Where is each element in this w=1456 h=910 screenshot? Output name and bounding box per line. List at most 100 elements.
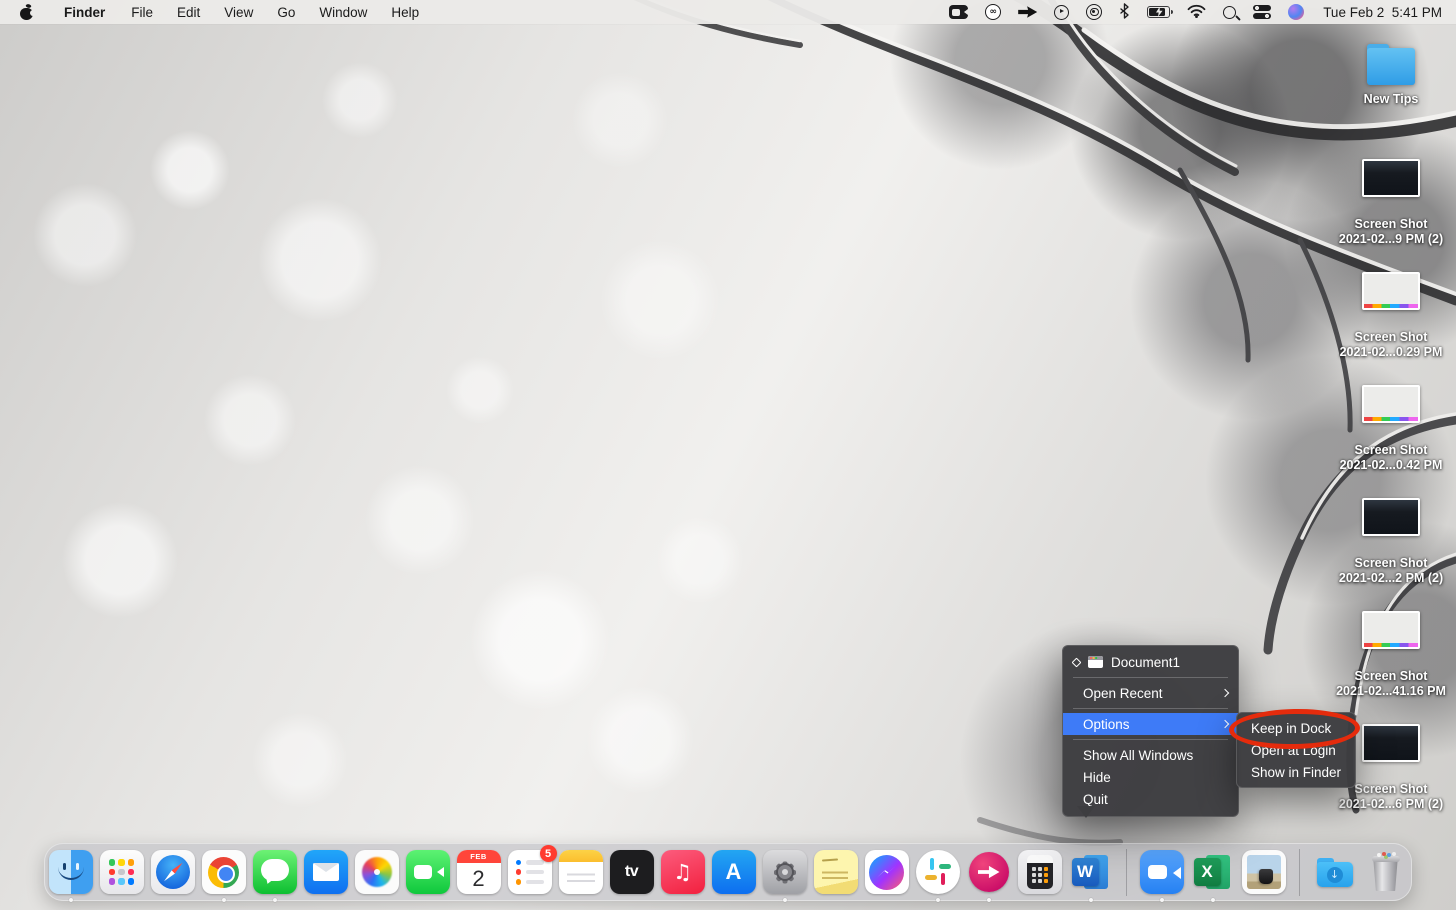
menu-item-label: Quit <box>1083 792 1108 807</box>
dock-icon-zoom[interactable] <box>1140 850 1184 894</box>
dock-icon-stickies[interactable] <box>814 850 858 894</box>
calendar-month: FEB <box>457 850 501 863</box>
dock-icon-finder[interactable] <box>49 850 93 894</box>
submenu-item-show-in-finder[interactable]: Show in Finder <box>1237 761 1355 783</box>
wifi-icon[interactable] <box>1187 4 1206 21</box>
menu-window[interactable]: Window <box>307 0 379 24</box>
desktop-icon-screenshot-2[interactable]: Screen Shot2021-02...0.29 PM <box>1330 272 1452 360</box>
notification-badge: 5 <box>540 845 557 862</box>
desktop-icon-screenshot-5[interactable]: Screen Shot2021-02...41.16 PM <box>1330 611 1452 699</box>
spotlight-icon[interactable] <box>1223 6 1236 19</box>
calendar-icon: FEB 2 <box>457 850 501 894</box>
dock-icon-word[interactable]: W <box>1069 850 1113 894</box>
dock-icon-photos[interactable] <box>355 850 399 894</box>
dock-icon-app-store[interactable]: A <box>712 850 756 894</box>
menu-item-document1[interactable]: Document1 <box>1063 651 1238 673</box>
desktop-icon-new-tips-folder[interactable]: New Tips <box>1330 44 1452 107</box>
gear-ring <box>776 863 794 881</box>
menu-item-label: Options <box>1083 717 1130 732</box>
menu-go[interactable]: Go <box>265 0 307 24</box>
bluetooth-icon[interactable] <box>1119 3 1130 22</box>
desktop-icon-screenshot-4[interactable]: Screen Shot2021-02...2 PM (2) <box>1330 498 1452 586</box>
menu-bar-status: ∞ Tue Feb 2 5:41 PM <box>949 0 1456 24</box>
desktop-icon-label: Screen Shot2021-02...9 PM (2) <box>1330 217 1452 247</box>
creative-cloud-icon[interactable]: ∞ <box>985 4 1001 20</box>
dock-icon-recent-document[interactable] <box>1242 850 1286 894</box>
excel-icon: X <box>1191 850 1235 894</box>
dock-icon-system-preferences[interactable] <box>763 850 807 894</box>
excel-letter: X <box>1194 858 1221 886</box>
screenshot-thumbnail <box>1362 724 1420 762</box>
menu-item-options[interactable]: Options <box>1063 713 1238 735</box>
hotspot-icon[interactable] <box>1086 4 1102 20</box>
submenu-item-open-at-login[interactable]: Open at Login <box>1237 739 1355 761</box>
dock-icon-calendar[interactable]: FEB 2 <box>457 850 501 894</box>
zoom-status-icon[interactable] <box>949 5 968 19</box>
dock-icon-mail[interactable] <box>304 850 348 894</box>
stickies-note-icon <box>814 850 858 894</box>
dock-separator <box>1126 849 1127 896</box>
menu-item-hide[interactable]: Hide <box>1063 766 1238 788</box>
dock-icon-messenger[interactable] <box>865 850 909 894</box>
menu-separator <box>1073 677 1228 678</box>
dock-icon-apple-tv[interactable]: tv <box>610 850 654 894</box>
desktop-icon-label: Screen Shot2021-02...41.16 PM <box>1330 669 1452 699</box>
dock-icon-music[interactable] <box>661 850 705 894</box>
menu-view[interactable]: View <box>212 0 265 24</box>
dock-icon-skitch[interactable] <box>967 850 1011 894</box>
window-diamond-icon <box>1072 657 1082 667</box>
dock-icon-calculator[interactable] <box>1018 850 1062 894</box>
menu-item-open-recent[interactable]: Open Recent <box>1063 682 1238 704</box>
submenu-item-keep-in-dock[interactable]: Keep in Dock <box>1237 717 1355 739</box>
dock-icon-messages[interactable] <box>253 850 297 894</box>
menu-bar-clock[interactable]: Tue Feb 2 5:41 PM <box>1321 5 1442 20</box>
slack-hash-icon <box>916 850 960 894</box>
dock-icon-reminders[interactable]: 5 <box>508 850 552 894</box>
safari-compass-icon <box>151 850 195 894</box>
desktop-icon-screenshot-3[interactable]: Screen Shot2021-02...0.42 PM <box>1330 385 1452 473</box>
play-status-icon[interactable] <box>1054 5 1069 20</box>
screenshot-thumbnail <box>1362 385 1420 423</box>
menu-item-label: Open at Login <box>1251 743 1336 758</box>
menu-help[interactable]: Help <box>379 0 431 24</box>
music-note-icon <box>661 850 705 894</box>
word-icon: W <box>1069 850 1113 894</box>
screenshot-thumbnail <box>1362 611 1420 649</box>
calculator-icon <box>1018 850 1062 894</box>
dock-icon-excel[interactable]: X <box>1191 850 1235 894</box>
dock-icon-chrome[interactable] <box>202 850 246 894</box>
desktop-icon-screenshot-1[interactable]: Screen Shot2021-02...9 PM (2) <box>1330 159 1452 247</box>
menu-app-finder[interactable]: Finder <box>50 0 119 24</box>
launchpad-icon <box>100 850 144 894</box>
folder-icon <box>1364 44 1418 85</box>
skitch-arrow-icon[interactable] <box>1018 6 1037 18</box>
dock-icon-launchpad[interactable] <box>100 850 144 894</box>
dock-icon-notes[interactable] <box>559 850 603 894</box>
menu-item-quit[interactable]: Quit <box>1063 788 1238 810</box>
notes-icon <box>559 850 603 894</box>
menu-item-label: Keep in Dock <box>1251 721 1331 736</box>
screenshot-thumbnail <box>1362 272 1420 310</box>
dock-icon-downloads[interactable] <box>1313 850 1357 894</box>
apple-menu-icon[interactable] <box>19 4 34 21</box>
submenu-chevron-icon <box>1221 720 1229 728</box>
facetime-camera-icon <box>406 850 450 894</box>
dock-icon-facetime[interactable] <box>406 850 450 894</box>
menu-file[interactable]: File <box>119 0 165 24</box>
finder-icon <box>49 850 93 894</box>
menu-bar: Finder File Edit View Go Window Help ∞ T <box>0 0 1456 24</box>
app-store-icon: A <box>712 850 756 894</box>
dock-icon-slack[interactable] <box>916 850 960 894</box>
document-window-icon <box>1088 656 1103 668</box>
desktop-icon-label: Screen Shot2021-02...0.29 PM <box>1330 330 1452 360</box>
siri-icon[interactable] <box>1288 4 1304 20</box>
menu-item-label: Show All Windows <box>1083 748 1193 763</box>
menu-edit[interactable]: Edit <box>165 0 212 24</box>
battery-charging-icon[interactable] <box>1147 6 1170 18</box>
dock-icon-trash[interactable] <box>1364 850 1408 894</box>
control-center-icon[interactable] <box>1253 5 1271 19</box>
menu-bar-left: Finder File Edit View Go Window Help <box>0 0 431 24</box>
mail-envelope-icon <box>304 850 348 894</box>
menu-item-show-all-windows[interactable]: Show All Windows <box>1063 744 1238 766</box>
dock-icon-safari[interactable] <box>151 850 195 894</box>
